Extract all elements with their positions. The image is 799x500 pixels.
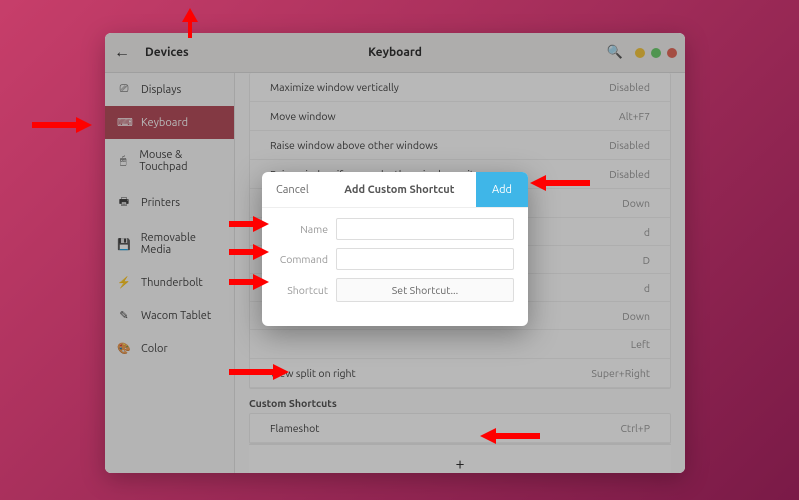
add-button[interactable]: Add [476,172,528,207]
dialog-header: Cancel Add Custom Shortcut Add [262,172,528,208]
command-label: Command [276,253,328,265]
shortcut-label: Shortcut [276,284,328,296]
arrow-annotation [32,117,92,133]
cancel-button[interactable]: Cancel [262,172,323,207]
add-custom-shortcut-dialog: Cancel Add Custom Shortcut Add Name Comm… [262,172,528,326]
settings-window: ← Devices Keyboard 🔍 ⎚Displays ⌨Keyboard… [105,33,685,473]
dialog-title: Add Custom Shortcut [344,184,454,196]
name-input[interactable] [336,218,514,240]
set-shortcut-button[interactable]: Set Shortcut... [336,278,514,302]
dialog-body: Name Command Shortcut Set Shortcut... [262,208,528,326]
name-label: Name [276,223,328,235]
command-input[interactable] [336,248,514,270]
